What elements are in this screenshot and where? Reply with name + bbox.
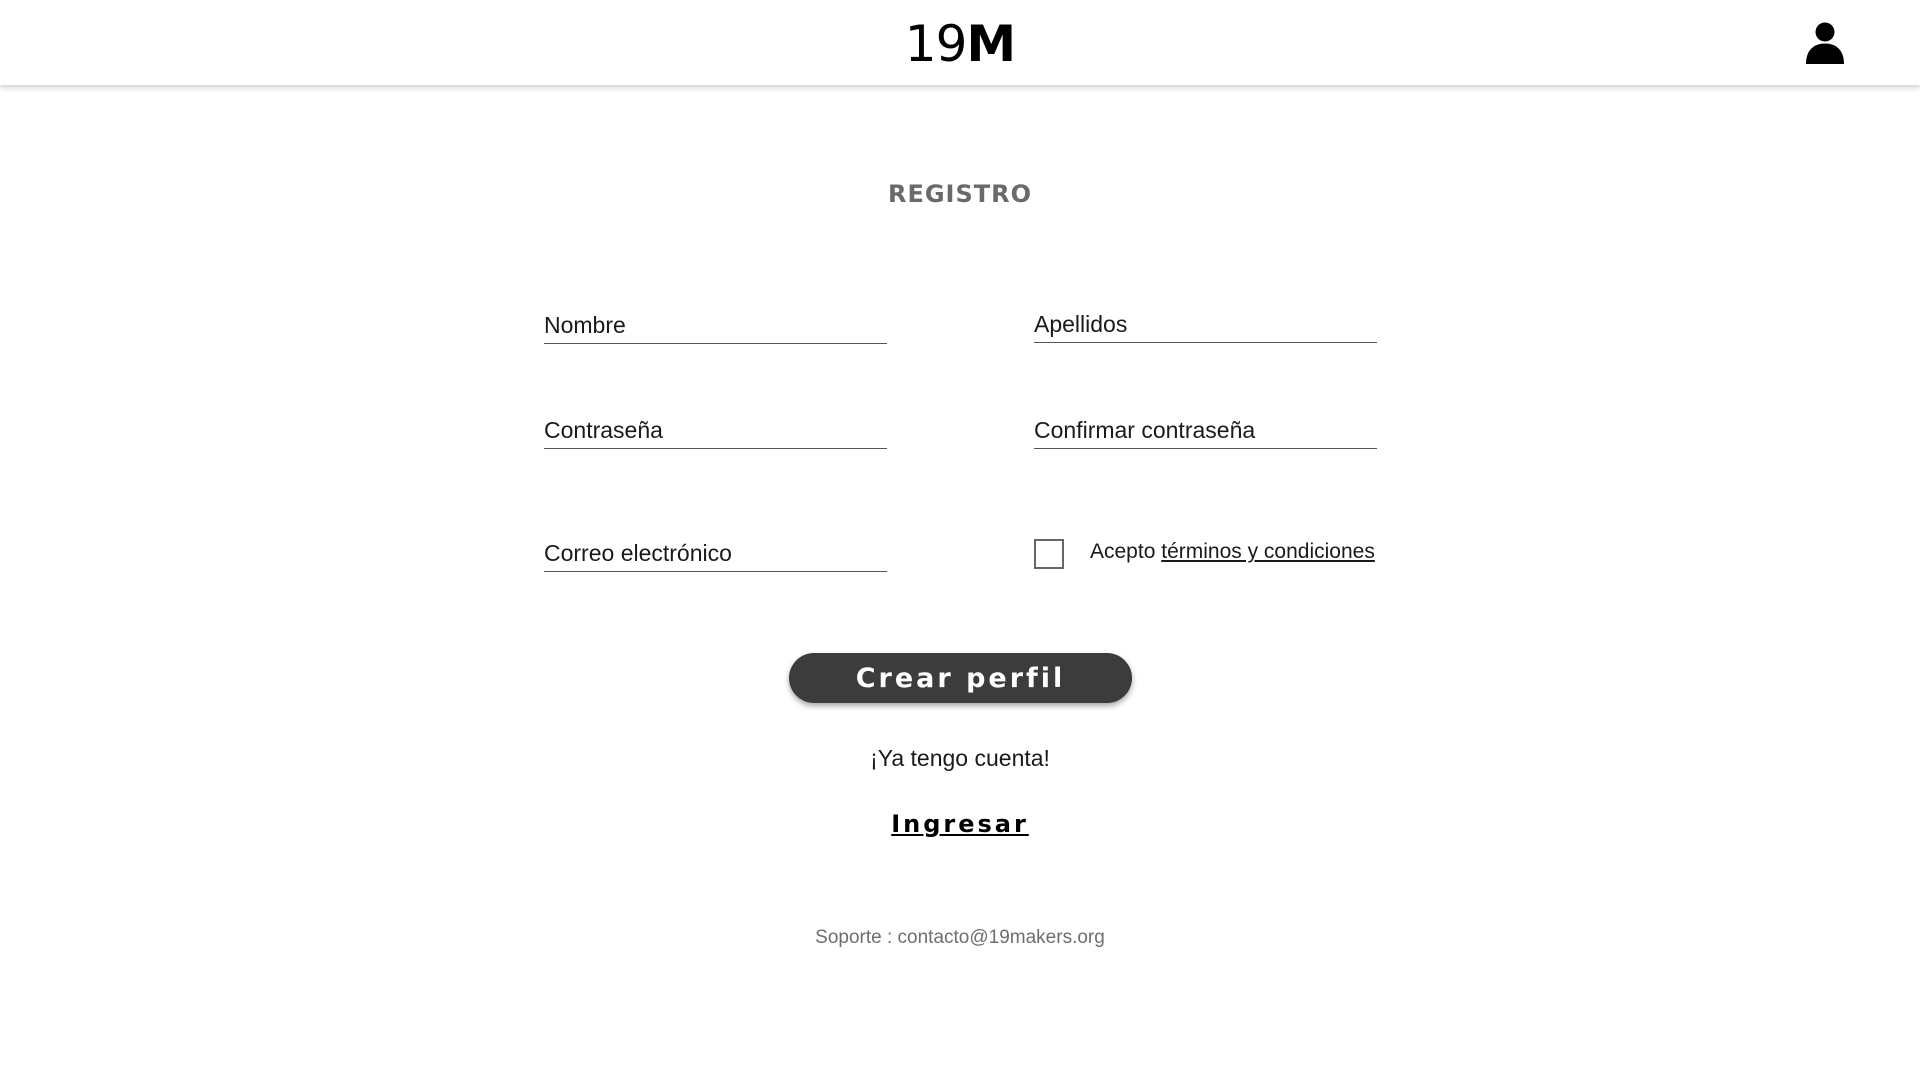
email-input[interactable] (544, 535, 887, 571)
confirm-password-field (1034, 408, 1377, 449)
terms-label: Acepto términos y condiciones (1090, 540, 1375, 564)
login-link-container: Ingresar (0, 810, 1920, 838)
email-field (544, 531, 887, 572)
first-name-input[interactable] (544, 307, 887, 343)
login-link[interactable]: Ingresar (891, 810, 1029, 838)
top-bar: 19M (0, 0, 1920, 85)
logo-letter: M (966, 15, 1016, 73)
support-contact: Soporte : contacto@19makers.org (815, 927, 1105, 948)
last-name-input[interactable] (1034, 306, 1377, 342)
terms-link[interactable]: términos y condiciones (1161, 540, 1375, 563)
password-field (544, 408, 887, 449)
logo[interactable]: 19M (0, 14, 1920, 74)
create-profile-button[interactable]: Crear perfil (789, 653, 1132, 703)
terms-checkbox[interactable] (1034, 539, 1064, 569)
have-account-text: ¡Ya tengo cuenta! (870, 745, 1050, 771)
logo-number: 19 (904, 15, 968, 73)
confirm-password-input[interactable] (1034, 412, 1377, 448)
user-icon-graphic (1806, 22, 1844, 64)
page-title: REGISTRO (887, 180, 1033, 208)
first-name-field (544, 303, 887, 344)
password-input[interactable] (544, 412, 887, 448)
user-icon[interactable] (1805, 22, 1845, 64)
last-name-field (1034, 302, 1377, 343)
terms-prefix: Acepto (1090, 540, 1156, 563)
